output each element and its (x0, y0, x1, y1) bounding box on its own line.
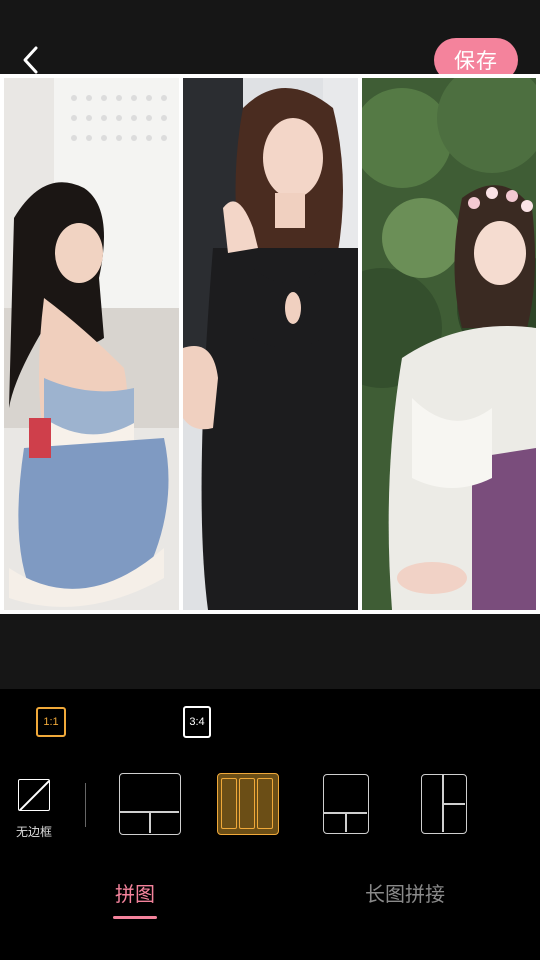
chevron-left-icon (23, 46, 38, 74)
layout-line (149, 811, 151, 833)
layout-column (257, 778, 273, 829)
bottom-panel: 1:1 3:4 无边框 拼图 长图拼接 (0, 689, 540, 960)
active-tab-indicator (113, 916, 157, 919)
canvas-margin (0, 614, 540, 689)
layout-line (442, 803, 465, 805)
collage-photo-2[interactable] (183, 78, 358, 610)
layout-option-side-split[interactable] (421, 774, 467, 834)
no-border-button[interactable]: 无边框 (10, 779, 58, 839)
no-border-icon (18, 779, 50, 811)
tab-collage[interactable]: 拼图 (100, 878, 170, 907)
mode-tabs: 拼图 长图拼接 (0, 864, 540, 924)
ratio-option-1-1[interactable]: 1:1 (36, 707, 66, 737)
tab-long-stitch[interactable]: 长图拼接 (340, 878, 470, 907)
option-divider (85, 783, 86, 827)
layout-column (221, 778, 237, 829)
top-bar: 保存 (0, 0, 540, 82)
layout-option-top-split[interactable] (119, 773, 181, 835)
layout-option-bottom-split[interactable] (323, 774, 369, 834)
collage-canvas (0, 74, 540, 614)
ratio-option-3-4[interactable]: 3:4 (183, 706, 211, 738)
no-border-label: 无边框 (15, 825, 52, 839)
collage-photo-1[interactable] (4, 78, 179, 610)
collage-photo-3[interactable] (362, 78, 536, 610)
layout-column (239, 778, 255, 829)
layout-line (345, 812, 347, 832)
layout-option-three-columns[interactable] (217, 773, 279, 835)
